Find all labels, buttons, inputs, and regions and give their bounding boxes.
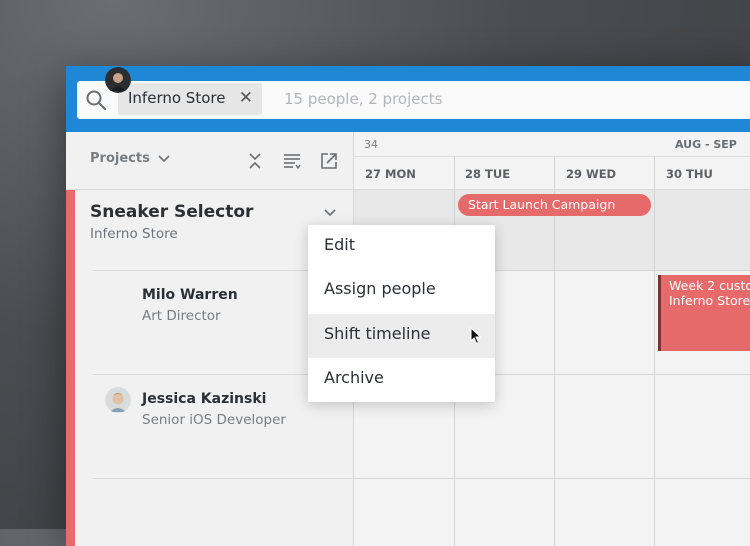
close-icon[interactable]: ✕ (239, 88, 253, 108)
search-summary: 15 people, 2 projects (284, 90, 443, 108)
person-name: Jessica Kazinski (142, 391, 267, 407)
week-number: 34 (364, 138, 378, 151)
menu-item-label: Edit (324, 235, 355, 254)
days-row: 27 MON 28 TUE 29 WED 30 THU (354, 156, 750, 190)
project-accent-bar (66, 190, 75, 546)
event-week2-custom[interactable]: Week 2 custom Inferno Store (658, 275, 750, 351)
top-bar: Inferno Store ✕ 15 people, 2 projects (66, 66, 750, 132)
day-column-divider (654, 156, 655, 546)
person-role: Senior iOS Developer (142, 412, 286, 428)
menu-item-label: Shift timeline (324, 324, 431, 343)
day-label: 30 THU (666, 167, 713, 181)
context-menu: Edit Assign people Shift timeline Archiv… (308, 225, 495, 402)
event-start-launch-campaign[interactable]: Start Launch Campaign (458, 194, 651, 216)
avatar (105, 67, 131, 93)
projects-dropdown-label[interactable]: Projects (90, 151, 150, 166)
event-title: Week 2 custom (669, 278, 750, 293)
search-bar[interactable]: Inferno Store ✕ 15 people, 2 projects (77, 81, 750, 119)
menu-item-shift-timeline[interactable]: Shift timeline (308, 314, 495, 358)
menu-item-archive[interactable]: Archive (308, 358, 495, 402)
list-sort-icon[interactable] (283, 152, 301, 170)
collapse-icon[interactable] (246, 152, 264, 170)
timeline-header: 34 AUG - SEP 27 MON 28 TUE 29 WED 30 THU (354, 132, 750, 190)
filter-chip[interactable]: Inferno Store ✕ (118, 83, 262, 115)
external-link-icon[interactable] (320, 152, 338, 170)
row-divider (354, 478, 750, 479)
search-icon (86, 90, 107, 111)
project-client: Inferno Store (90, 226, 178, 242)
event-client: Inferno Store (669, 293, 750, 308)
month-range: AUG - SEP (675, 138, 737, 151)
chevron-down-icon[interactable] (324, 208, 336, 218)
person-role: Art Director (142, 308, 221, 324)
day-label: 27 MON (365, 167, 416, 181)
event-label: Start Launch Campaign (468, 197, 616, 212)
chevron-down-icon[interactable] (158, 154, 170, 164)
project-title: Sneaker Selector (90, 202, 254, 222)
divider (93, 478, 353, 479)
day-label: 28 TUE (465, 167, 511, 181)
menu-item-label: Archive (324, 368, 384, 387)
menu-item-assign-people[interactable]: Assign people (308, 269, 495, 313)
mouse-cursor-icon (470, 327, 482, 345)
person-name: Milo Warren (142, 287, 238, 303)
day-label: 29 WED (566, 167, 617, 181)
sidebar-header: Projects (66, 132, 353, 190)
filter-chip-label: Inferno Store (128, 89, 226, 107)
avatar (105, 387, 131, 413)
menu-item-edit[interactable]: Edit (308, 225, 495, 269)
menu-item-label: Assign people (324, 279, 436, 298)
